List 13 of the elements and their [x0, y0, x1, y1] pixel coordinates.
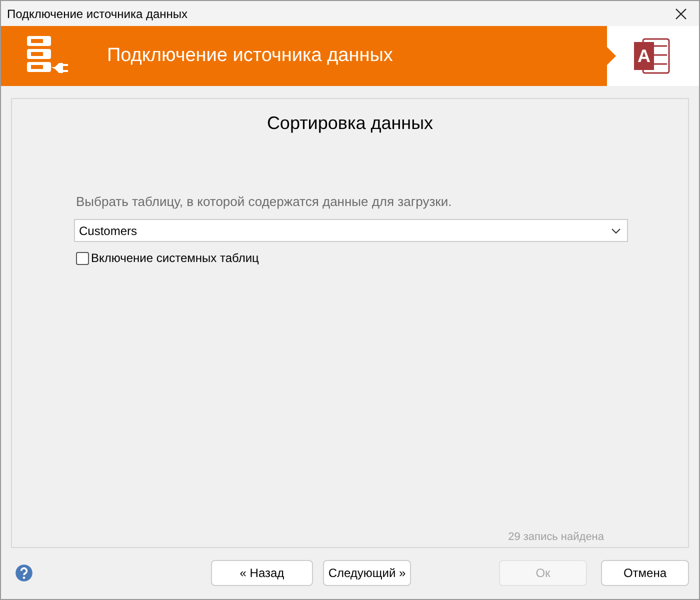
table-dropdown[interactable]: Customers	[74, 219, 628, 242]
checkbox-label: Включение системных таблиц	[91, 251, 259, 265]
checkbox[interactable]	[76, 252, 89, 264]
record-count: 29 запись найдена	[508, 531, 604, 543]
banner-title: Подключение источника данных	[107, 45, 393, 67]
dialog-button[interactable]: Следующий »	[323, 560, 411, 586]
step-heading: Сортировка данных	[266, 113, 434, 134]
banner-pointer	[606, 46, 616, 66]
dialog-button[interactable]: « Назад	[211, 560, 313, 586]
instruction-text: Выбрать таблицу, в которой содержатся данные для загрузки.	[76, 194, 453, 209]
window-title: Подключение источника данных	[7, 6, 188, 20]
chevron-down-icon	[611, 228, 621, 234]
dialog-button[interactable]: Отмена	[601, 560, 689, 586]
